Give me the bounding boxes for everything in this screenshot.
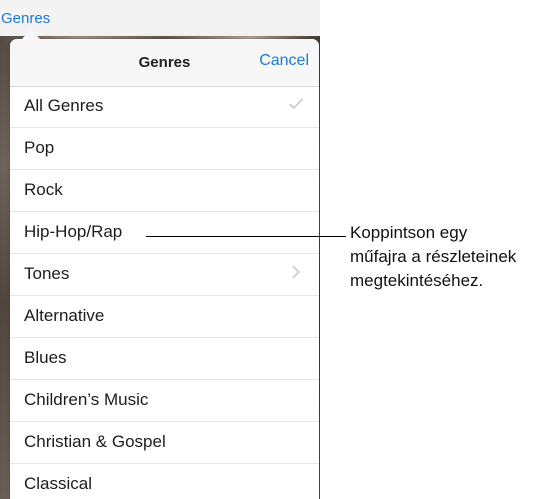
genre-label: Classical xyxy=(24,474,93,493)
callout-text: Koppintson egy műfajra a részleteinek me… xyxy=(350,221,550,293)
genre-label: All Genres xyxy=(24,96,104,115)
genre-row-hip-hop-rap[interactable]: Hip-Hop/Rap xyxy=(10,212,319,254)
genre-label: Hip-Hop/Rap xyxy=(24,222,123,241)
genre-row-all-genres[interactable]: All Genres xyxy=(10,86,319,128)
app-screen: Genres Genres Cancel All Genres Pop Rock xyxy=(0,0,320,499)
genres-link[interactable]: Genres xyxy=(1,10,50,27)
genre-label: Children’s Music xyxy=(24,390,149,409)
genres-popover: Genres Cancel All Genres Pop Rock Hip-Ho… xyxy=(10,39,319,499)
popover-header: Genres Cancel xyxy=(10,39,319,87)
genre-label: Blues xyxy=(24,348,67,367)
genre-row-alternative[interactable]: Alternative xyxy=(10,296,319,338)
cancel-button[interactable]: Cancel xyxy=(259,52,309,70)
genre-row-rock[interactable]: Rock xyxy=(10,170,319,212)
genre-label: Tones xyxy=(24,264,70,283)
genre-row-blues[interactable]: Blues xyxy=(10,338,319,380)
popover-pointer xyxy=(22,29,40,39)
genre-row-classical[interactable]: Classical xyxy=(10,464,319,499)
top-bar: Genres xyxy=(0,0,320,36)
genre-label: Rock xyxy=(24,180,63,199)
genre-label: Christian & Gospel xyxy=(24,432,166,451)
genre-row-christian-gospel[interactable]: Christian & Gospel xyxy=(10,422,319,464)
genre-row-childrens-music[interactable]: Children’s Music xyxy=(10,380,319,422)
callout-line-2: műfajra a részleteinek xyxy=(350,247,517,266)
genre-label: Pop xyxy=(24,138,55,157)
callout-line-3: megtekintéséhez. xyxy=(350,271,484,290)
callout-line xyxy=(146,236,346,237)
genre-list: All Genres Pop Rock Hip-Hop/Rap Tones Al… xyxy=(10,86,319,499)
genre-row-tones[interactable]: Tones xyxy=(10,254,319,296)
chevron-right-icon xyxy=(289,264,303,280)
genre-row-pop[interactable]: Pop xyxy=(10,128,319,170)
checkmark-icon xyxy=(289,96,303,112)
callout-line-1: Koppintson egy xyxy=(350,223,468,242)
genre-label: Alternative xyxy=(24,306,105,325)
